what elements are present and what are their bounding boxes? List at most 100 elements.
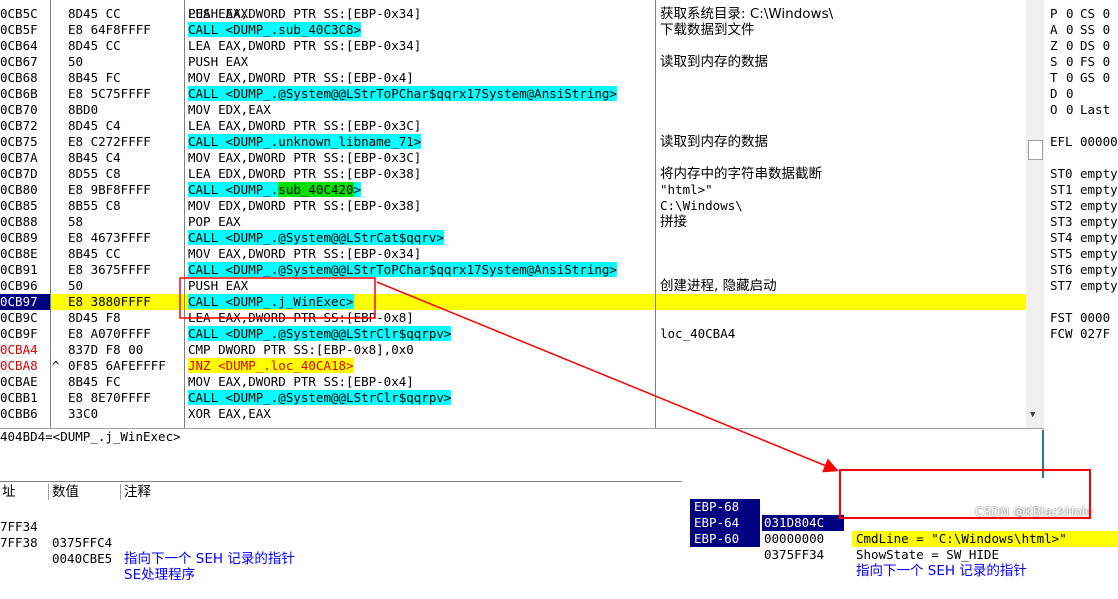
register-flag: ST1: [1050, 182, 1073, 197]
disasm-row[interactable]: 0CB64 8D45 CC LEA EAX,DWORD PTR SS:[EBP-0x…: [0, 38, 1026, 54]
instruction-bytes: E8 64F8FFFF: [68, 22, 151, 37]
register-flag: ST7: [1050, 278, 1073, 293]
disasm-row[interactable]: 0CB6B E8 5C75FFFF CALL <DUMP_.@System@@LSt…: [0, 86, 1026, 102]
register-extra: SS 0: [1080, 22, 1111, 37]
instruction-bytes: 8D45 F8: [68, 310, 121, 325]
instruction-mnemonic: MOV EAX,DWORD PTR SS:[EBP-0x34]: [188, 246, 422, 261]
vertical-scrollbar[interactable]: ▼: [1026, 0, 1044, 428]
disasm-row[interactable]: 0CB96 50 PUSH EAX 创建进程, 隐藏启动: [0, 278, 1026, 294]
disasm-row[interactable]: 0CB8E 8B45 CC MOV EAX,DWORD PTR SS:[EBP-0x…: [0, 246, 1026, 262]
register-flag: T: [1050, 70, 1058, 85]
instruction-text: CALL <DUMP_.@System@@LStrToPChar$qqrx17S…: [188, 86, 653, 102]
instruction-text: CALL <DUMP_.@System@@LStrCat$qqrv>: [188, 230, 653, 246]
register-extra: empty: [1080, 198, 1118, 213]
instruction-bytes: E8 4673FFFF: [68, 230, 151, 245]
register-value: 0: [1066, 22, 1074, 37]
instruction-address: 0CB7D: [0, 166, 38, 181]
register-flag: ST2: [1050, 198, 1073, 213]
disasm-row[interactable]: 0CB68 8B45 FC MOV EAX,DWORD PTR SS:[EBP-0x…: [0, 70, 1026, 86]
register-flag: P: [1050, 6, 1058, 21]
disasm-row[interactable]: 0CB9F E8 A070FFFF CALL <DUMP_.@System@@LSt…: [0, 326, 1026, 342]
stack-comment: ShowState = SW_HIDE: [856, 547, 999, 562]
instruction-mnemonic: PUSH EAX: [188, 278, 249, 293]
instruction-text: LEA EAX,DWORD PTR SS:[EBP-0x34]: [188, 38, 653, 54]
instruction-comment: C:\Windows\: [660, 198, 743, 213]
instruction-text: LEA EDX,DWORD PTR SS:[EBP-0x38]: [188, 166, 653, 182]
register-extra: CS 0: [1080, 6, 1111, 21]
scroll-down-arrow-icon[interactable]: ▼: [1030, 410, 1035, 420]
disasm-row[interactable]: 0CB72 8D45 C4 LEA EAX,DWORD PTR SS:[EBP-0x…: [0, 118, 1026, 134]
registers-pane: P 0 CS 0 A 0 SS 0 Z 0 DS 0 S 0 FS 0 T 0 GS 0 D 0 O 0 Last EF…: [1046, 0, 1118, 428]
instruction-text: CALL <DUMP_.sub_40C420>: [188, 182, 653, 198]
instruction-address: 0CB85: [0, 198, 38, 213]
instruction-address: 0CB70: [0, 102, 38, 117]
instruction-text: CALL <DUMP_.@System@@LStrClr$qqrpv>: [188, 390, 653, 406]
disasm-row[interactable]: 0CBB1 E8 8E70FFFF CALL <DUMP_.@System@@LSt…: [0, 390, 1026, 406]
stack-row-selected[interactable]: EBP-68 031D804C CmdLine = "C:\Windows\ht…: [690, 483, 1118, 547]
instruction-bytes: E8 5C75FFFF: [68, 86, 151, 101]
disasm-row[interactable]: 0CBAE 8B45 FC MOV EAX,DWORD PTR SS:[EBP-0x…: [0, 374, 1026, 390]
stack-row[interactable]: 7FF38 0040CBE5 SE处理程序: [0, 519, 682, 583]
instruction-bytes: 8D45 CC: [68, 38, 121, 53]
disasm-row[interactable]: 0CB80 E8 9BF8FFFF CALL <DUMP_.sub_40C420> "…: [0, 182, 1026, 198]
disasm-row[interactable]: 0CBB6 33C0 XOR EAX,EAX: [0, 406, 1026, 422]
disasm-row[interactable]: 0CB75 E8 C272FFFF CALL <DUMP_.unknown_libn…: [0, 134, 1026, 150]
pane-splitter[interactable]: [1042, 430, 1044, 478]
disasm-row[interactable]: 0CB70 8BD0 MOV EDX,EAX: [0, 102, 1026, 118]
disasm-row[interactable]: 0CBA4 837D F8 00 CMP DWORD PTR SS:[EBP-0x8…: [0, 342, 1026, 358]
disasm-row[interactable]: 0CB91 E8 3675FFFF CALL <DUMP_.@System@@LSt…: [0, 262, 1026, 278]
column-header-value[interactable]: 数值: [50, 484, 121, 500]
instruction-address: 0CB96: [0, 278, 38, 293]
instruction-mnemonic: MOV EDX,EAX: [188, 102, 271, 117]
register-flag: A: [1050, 22, 1058, 37]
disasm-row[interactable]: 0CB5F E8 64F8FFFF CALL <DUMP_.sub_40C3C8>: [0, 22, 1026, 38]
instruction-address: 0CB64: [0, 38, 38, 53]
stack-row[interactable]: 7FF34 0375FFC4 指向下一个 SEH 记录的指针: [0, 503, 682, 567]
register-extra: GS 0: [1080, 70, 1111, 85]
column-divider: [655, 0, 656, 428]
disasm-row[interactable]: 0CB67 50 PUSH EAX 读取到内存的数据: [0, 54, 1026, 70]
stack-pane-left[interactable]: 址 数值 注释 7FF34 0375FFC4 指向下一个 SEH 记录的指针 7…: [0, 481, 682, 583]
disasm-row-current[interactable]: 0CB97 E8 3880FFFF CALL <DUMP_.j_WinExec>: [0, 294, 1026, 310]
register-value: 0: [1066, 6, 1074, 21]
instruction-bytes: 8B45 CC: [68, 246, 121, 261]
column-header-address[interactable]: 址: [0, 484, 49, 500]
instruction-comment: "html>": [660, 182, 713, 197]
disasm-row[interactable]: 0CB7D 8D55 C8 LEA EDX,DWORD PTR SS:[EBP-0x…: [0, 166, 1026, 182]
instruction-text: JNZ <DUMP_.loc_40CA18>: [188, 358, 653, 374]
instruction-text: MOV EAX,DWORD PTR SS:[EBP-0x4]: [188, 70, 653, 86]
disasm-row[interactable]: 0CB7A 8B45 C4 MOV EAX,DWORD PTR SS:[EBP-0x…: [0, 150, 1026, 166]
disasm-row[interactable]: 0CB85 8B55 C8 MOV EDX,DWORD PTR SS:[EBP-0x…: [0, 198, 1026, 214]
instruction-comment: 读取到内存的数据: [660, 134, 768, 150]
disasm-row[interactable]: 0CB89 E8 4673FFFF CALL <DUMP_.@System@@LSt…: [0, 230, 1026, 246]
instruction-text: PUSH EAX: [188, 278, 653, 294]
instruction-bytes: E8 C272FFFF: [68, 134, 151, 149]
register-flag: ST5: [1050, 246, 1073, 261]
instruction-comment: loc_40CBA4: [660, 326, 736, 341]
disasm-row[interactable]: 0CBA8 ^ 0F85 6AFEFFFF JNZ <DUMP_.loc_40CA18…: [0, 358, 1026, 374]
register-flag: ST6: [1050, 262, 1073, 277]
instruction-bytes: 0F85 6AFEFFFF: [68, 358, 166, 373]
disassembly-pane[interactable]: PUSH EAX 下载数据到文件 0CB5C 8D45 CC LEA EAX,DWO…: [0, 0, 1044, 428]
instruction-bytes: 8D45 CC: [68, 6, 121, 21]
register-flag: FST: [1050, 310, 1073, 325]
instruction-text: LEA EAX,DWORD PTR SS:[EBP-0x3C]: [188, 118, 653, 134]
disasm-row[interactable]: 0CB9C 8D45 F8 LEA EAX,DWORD PTR SS:[EBP-0x…: [0, 310, 1026, 326]
stack-value: 0375FFC4: [52, 535, 113, 550]
instruction-text: XOR EAX,EAX: [188, 406, 653, 422]
jump-marker: ^: [52, 358, 60, 373]
disasm-row[interactable]: 0CB5C 8D45 CC LEA EAX,DWORD PTR SS:[EBP-0x…: [0, 6, 1026, 22]
column-header-comment[interactable]: 注释: [122, 484, 664, 500]
instruction-address: 0CBAE: [0, 374, 38, 389]
register-extra: empty: [1080, 166, 1118, 181]
instruction-address: 0CB67: [0, 54, 38, 69]
register-extra: empty: [1080, 230, 1118, 245]
instruction-bytes: 8BD0: [68, 102, 99, 117]
disasm-row[interactable]: 0CB88 58 POP EAX 拼接: [0, 214, 1026, 230]
call-instruction: CALL <DUMP_.unknown_libname_71>: [188, 134, 422, 149]
call-instruction: CALL <DUMP_.sub_40C420>: [188, 182, 362, 197]
stack-value: 00000000: [764, 531, 825, 546]
instruction-bytes: E8 8E70FFFF: [68, 390, 151, 405]
instruction-comment: 获取系统目录: C:\Windows\: [660, 6, 834, 22]
scrollbar-thumb[interactable]: [1028, 140, 1043, 160]
